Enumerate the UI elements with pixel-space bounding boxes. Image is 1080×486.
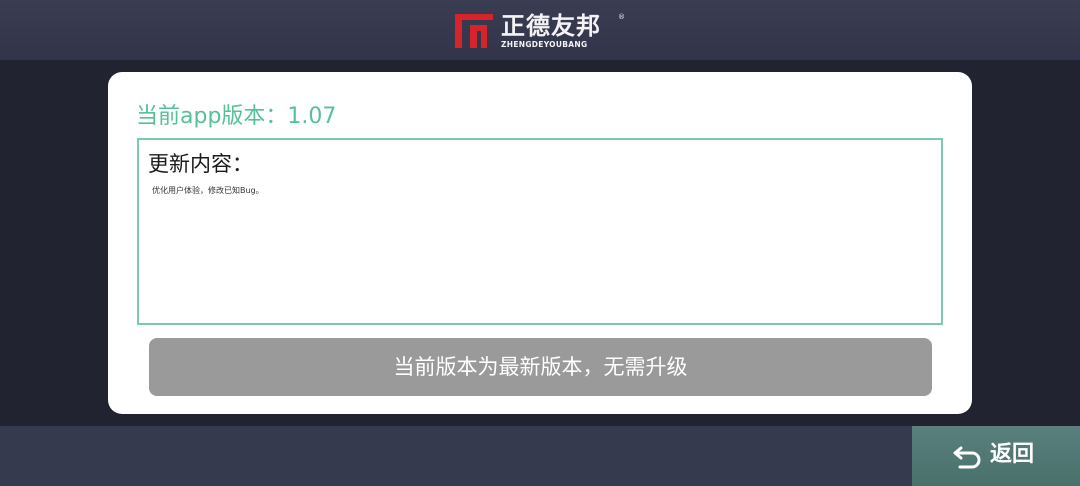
current-version-label: 当前app版本：1.07: [136, 104, 337, 129]
latest-version-button[interactable]: 当前版本为最新版本，无需升级: [149, 338, 932, 396]
back-button[interactable]: 返回: [912, 426, 1080, 486]
update-content-title: 更新内容：: [148, 152, 253, 176]
back-button-label: 返回: [990, 442, 1035, 467]
return-arrow-icon: [953, 446, 981, 469]
logo-chinese-name: 正德友邦: [501, 12, 601, 40]
update-content-text: 优化用户体验，修改已知Bug。: [152, 186, 264, 195]
update-content-box: 更新内容： 优化用户体验，修改已知Bug。: [137, 138, 943, 325]
logo-english-name: ZHENGDEYOUBANG: [501, 40, 588, 49]
brand-logo: 正德友邦 ® ZHENGDEYOUBANG: [455, 12, 630, 50]
registered-mark: ®: [618, 13, 625, 21]
update-card: 当前app版本：1.07 更新内容： 优化用户体验，修改已知Bug。 当前版本为…: [108, 72, 972, 414]
zdyb-logo-icon: [455, 14, 493, 48]
header-bar: 正德友邦 ® ZHENGDEYOUBANG: [0, 0, 1080, 60]
footer-bar: 返回: [0, 426, 1080, 486]
